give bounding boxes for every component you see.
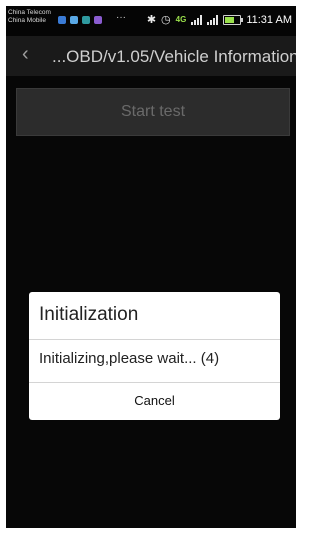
app-icon-teal <box>82 16 90 24</box>
dialog-message: Initializing,please wait... (4) <box>39 350 220 367</box>
cancel-button[interactable]: Cancel <box>29 383 280 417</box>
app-icon-lightblue <box>70 16 78 24</box>
chevron-left-icon[interactable]: ‹ <box>22 43 29 66</box>
initialization-dialog: Initialization Initializing,please wait.… <box>29 292 280 420</box>
bluetooth-icon: ✱ <box>146 14 157 26</box>
notification-icons <box>58 16 102 24</box>
content-area: Start test Initialization Initializing,p… <box>6 76 296 528</box>
signal-icon-2 <box>207 14 219 25</box>
phone-screen: China Telecom China Mobile ··· ✱ ◷ 4G 11… <box>6 6 296 528</box>
dialog-divider-top <box>29 339 280 340</box>
clock: 11:31 AM <box>246 13 292 26</box>
network-type: 4G <box>175 15 187 24</box>
battery-level <box>225 16 235 23</box>
dialog-title: Initialization <box>39 304 139 325</box>
page-title: ...OBD/v1.05/Vehicle Information <box>52 47 296 66</box>
alarm-icon: ◷ <box>161 14 171 26</box>
carrier-2: China Mobile <box>8 17 46 24</box>
title-bar: ‹ ...OBD/v1.05/Vehicle Information <box>6 36 296 76</box>
carrier-labels: China Telecom China Mobile <box>8 9 51 25</box>
status-bar: China Telecom China Mobile ··· ✱ ◷ 4G 11… <box>6 6 296 36</box>
app-icon-purple <box>94 16 102 24</box>
start-test-button[interactable]: Start test <box>16 88 290 136</box>
carrier-1: China Telecom <box>8 9 51 16</box>
signal-icon <box>191 14 203 25</box>
more-notifications: ··· <box>116 12 126 23</box>
app-icon-blue <box>58 16 66 24</box>
status-right: ✱ ◷ 4G 11:31 AM <box>146 13 292 27</box>
battery-icon <box>223 14 244 25</box>
